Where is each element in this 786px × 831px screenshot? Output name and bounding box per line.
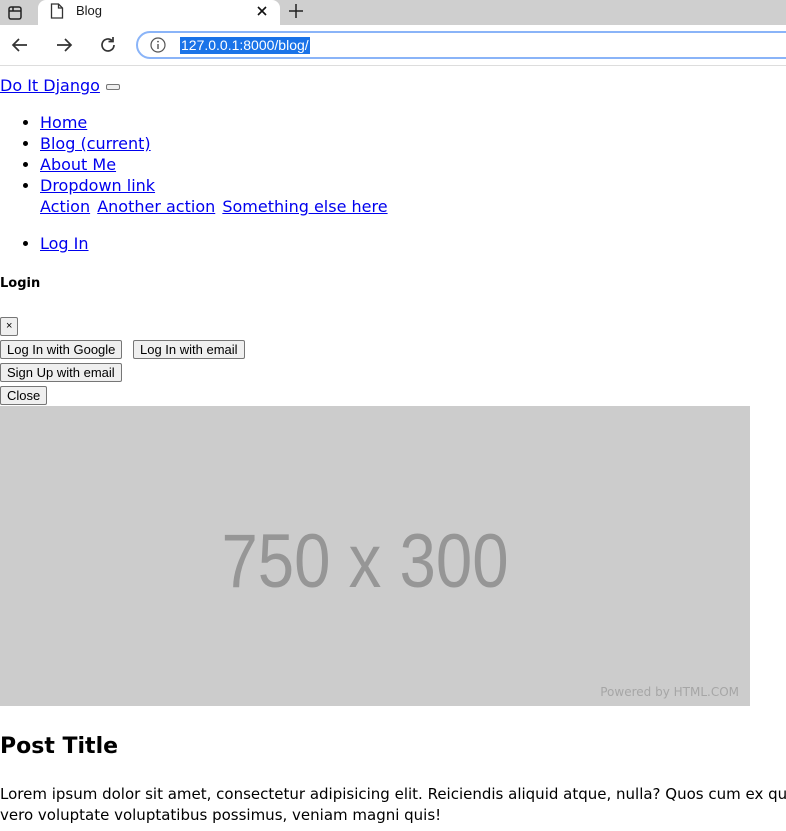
placeholder-size-label: 750 x 300 <box>221 519 509 604</box>
nav-list-right: Log In <box>0 233 89 254</box>
login-email-button[interactable]: Log In with email <box>133 340 245 359</box>
nav-link-blog[interactable]: Blog (current) <box>40 134 151 153</box>
navbar-brand[interactable]: Do It Django <box>0 76 100 95</box>
back-arrow-icon[interactable] <box>10 35 30 55</box>
modal-close-x-button[interactable]: × <box>0 317 19 336</box>
close-icon[interactable] <box>254 3 270 19</box>
post-title: Post Title <box>0 734 119 759</box>
page-icon <box>50 3 66 21</box>
login-google-button[interactable]: Log In with Google <box>0 340 123 359</box>
nav-item-about: About Me <box>40 154 390 175</box>
navbar: Do It Django <box>0 76 120 95</box>
url-text[interactable]: 127.0.0.1:8000/blog/ <box>180 37 310 54</box>
modal-close-button[interactable]: Close <box>0 386 48 405</box>
post-body-line-1: Lorem ipsum dolor sit amet, consectetur … <box>0 785 786 803</box>
forward-arrow-icon[interactable] <box>54 35 74 55</box>
nav-link-login[interactable]: Log In <box>40 234 89 253</box>
nav-item-dropdown: Dropdown link Action Another action Some… <box>40 175 390 217</box>
nav-link-about[interactable]: About Me <box>40 155 116 174</box>
browser-toolbar: 127.0.0.1:8000/blog/ <box>0 25 786 66</box>
tab-strip: Blog <box>0 0 786 25</box>
info-icon[interactable] <box>150 37 166 53</box>
plus-icon[interactable] <box>287 2 305 20</box>
navbar-toggler-button[interactable] <box>105 83 120 90</box>
post-body-line-2: vero voluptate voluptatibus possimus, ve… <box>0 806 442 824</box>
nav-item-blog: Blog (current) <box>40 133 390 154</box>
address-bar[interactable]: 127.0.0.1:8000/blog/ <box>136 31 786 59</box>
browser-tab[interactable]: Blog <box>38 0 280 25</box>
nav-item-login: Log In <box>40 233 89 254</box>
reload-icon[interactable] <box>98 35 118 55</box>
dropdown-item-action[interactable]: Action <box>40 197 90 216</box>
nav-list: Home Blog (current) About Me Dropdown li… <box>0 112 390 217</box>
signup-email-button[interactable]: Sign Up with email <box>0 363 122 382</box>
dropdown-item-something-else[interactable]: Something else here <box>222 197 387 216</box>
tab-switcher-icon[interactable] <box>6 4 24 22</box>
tab-title: Blog <box>76 3 103 18</box>
post-image-placeholder: 750 x 300 Powered by HTML.COM <box>0 406 750 706</box>
dropdown-menu: Action Another action Something else her… <box>40 197 390 216</box>
post-body: Lorem ipsum dolor sit amet, consectetur … <box>0 784 786 826</box>
dropdown-item-another-action[interactable]: Another action <box>97 197 215 216</box>
nav-link-dropdown[interactable]: Dropdown link <box>40 176 155 195</box>
nav-item-home: Home <box>40 112 390 133</box>
placeholder-credit: Powered by HTML.COM <box>600 685 739 699</box>
nav-link-home[interactable]: Home <box>40 113 87 132</box>
modal-title: Login <box>0 276 41 291</box>
